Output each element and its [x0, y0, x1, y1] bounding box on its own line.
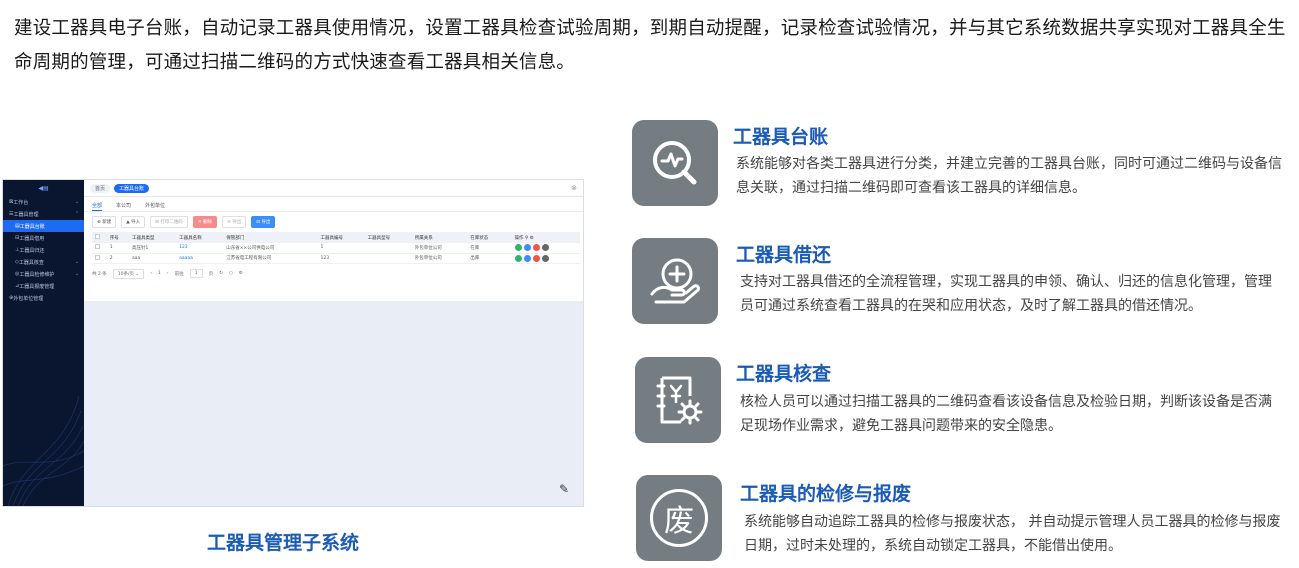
prev-page-icon[interactable]: ‹ [150, 271, 152, 276]
create-button[interactable]: ⊕ 新建 [92, 216, 117, 228]
print-qrcode-button[interactable]: ⊞ 打印二维码 [150, 216, 188, 228]
toolbar: ⊕ 新建 ▲ 导入 ⊞ 打印二维码 ✕ 删除 ⊖ 导出 ⊡ 导出 [84, 212, 583, 232]
row-checkbox[interactable] [95, 244, 100, 250]
search-chart-icon [653, 141, 697, 185]
page-size-select[interactable]: 10条/页 ⌄ [112, 268, 145, 279]
delete-icon[interactable] [532, 254, 540, 262]
sidebar-item-outsourcing[interactable]: ⊕ 外包单位管理 [3, 292, 84, 304]
feature-icon-check [635, 357, 721, 443]
feature-title-borrow: 工器具借还 [736, 244, 832, 266]
edit-note-icon[interactable]: ✎ [559, 482, 569, 496]
column-header[interactable]: 工器具编号 [317, 232, 365, 243]
view-icon[interactable] [514, 244, 522, 252]
main-area: 首页 工器具台账 ⊗ 全部 本公司 外包单位 ⊕ 新建 ▲ 导入 ⊞ 打印二维码… [84, 180, 583, 506]
delete-button[interactable]: ✕ 删除 [192, 216, 218, 228]
export-button[interactable]: ⊖ 导出 [222, 216, 247, 228]
feature-desc-check: 核检人员可以通过扫描工器具的二维码查看该设备信息及检验日期，判断该设备是否满足现… [740, 394, 1272, 434]
tab-all[interactable]: 全部 [92, 202, 103, 211]
document-gear-icon [656, 376, 703, 425]
goto-label: 前往 [174, 271, 184, 277]
column-header[interactable]: 所属关系 [411, 232, 468, 243]
row-checkbox[interactable] [95, 254, 100, 260]
tab-outsourcing[interactable]: 外包单位 [145, 202, 165, 211]
sidebar-item-tool-repair[interactable]: ◎ 工器具检修维护 ⌄ [3, 268, 84, 280]
page-number[interactable]: 1 [158, 271, 161, 276]
edit-icon[interactable] [523, 254, 531, 262]
chevron-down-icon: ⌄ [74, 271, 79, 277]
goto-input[interactable]: 1 [189, 269, 203, 278]
column-header[interactable]: 工器具类型 [128, 232, 177, 243]
feature-title-scrap: 工器具的检修与报废 [740, 483, 912, 505]
tag-home[interactable]: 首页 [90, 183, 111, 193]
sidebar: ◀▤ ⊠ 工作台 ⌄ ☰ 工器具管理 ⌃ ▤ 工器具台账 ⊟ 工器具借用 ⊥ 工器具… [3, 180, 84, 506]
chevron-down-icon: ⌄ [74, 259, 79, 265]
intro-paragraph: 建设工器具电子台账，自动记录工器具使用情况，设置工器具检查试验周期，到期自动提醒… [14, 18, 1286, 73]
screenshot-caption: 工器具管理子系统 [207, 532, 360, 554]
app-logo-icon: ◀▤ [38, 184, 49, 192]
ledger-table: 序号 工器具类型 工器具名称 保管部门 工器具编号 工器具型号 所属关系 在库状… [92, 232, 580, 264]
column-header[interactable]: 工器具型号 [364, 232, 412, 243]
export-primary-button[interactable]: ⊡ 导出 [251, 216, 276, 228]
import-button[interactable]: ▲ 导入 [121, 216, 146, 228]
feature-desc-scrap: 系统能够自动追踪工器具的检修与报废状态， 并自动提示管理人员工器具的检修与报废日… [744, 514, 1281, 554]
circle-icon[interactable]: ○ [229, 271, 233, 276]
settings-icon[interactable]: ⚙ [530, 236, 534, 241]
column-header: 操作 ⚲ ⚙ [511, 232, 580, 243]
scrap-seal-icon: 废 [650, 489, 708, 547]
column-header[interactable]: 工器具名称 [176, 232, 224, 243]
feature-icon-borrow [632, 238, 718, 324]
next-page-icon[interactable]: › [167, 271, 169, 276]
feature-desc-borrow: 支持对工器具借还的全流程管理，实现工器具的申领、确认、归还的信息化管理，管理员可… [740, 274, 1272, 314]
filter-tabs: 全部 本公司 外包单位 [84, 197, 583, 212]
close-icon[interactable]: ⊗ [571, 184, 577, 192]
sidebar-item-tool-check[interactable]: ◇ 工器具核查 ⌄ [3, 256, 84, 268]
column-header[interactable]: 在库状态 [467, 232, 507, 243]
hand-plus-icon [650, 258, 700, 304]
chevron-down-icon: ⌄ [74, 199, 79, 205]
sidebar-item-tool-return[interactable]: ⊥ 工器具归还 [3, 244, 84, 256]
settings-icon[interactable]: ⚙ [239, 271, 243, 276]
refresh-icon[interactable]: ↻ [219, 271, 223, 276]
view-icon[interactable] [514, 254, 522, 262]
feature-desc-ledger: 系统能够对各类工器具进行分类，并建立完善的工器具台账，同时可通过二维码与设备信息… [736, 156, 1282, 196]
more-icon[interactable] [541, 244, 549, 252]
sidebar-decoration [3, 395, 84, 506]
feature-title-ledger: 工器具台账 [733, 126, 829, 148]
sidebar-item-tool-ledger[interactable]: ▤ 工器具台账 [3, 220, 84, 232]
sidebar-item-workbench[interactable]: ⊠ 工作台 ⌄ [3, 196, 84, 208]
select-all-checkbox[interactable] [95, 234, 100, 239]
feature-icon-ledger [632, 120, 718, 206]
pagination: 共 2 条 10条/页 ⌄ ‹ 1 › 前往 1 页 ↻ ○ ⚙ [84, 264, 583, 284]
table-row[interactable]: 2 aaa aaaaa 江苏省电工程有限公司 123 外包单位公司 出库 [92, 253, 580, 264]
delete-icon[interactable] [532, 244, 540, 252]
search-icon[interactable]: ⚲ [525, 236, 528, 241]
feature-title-check: 工器具核查 [736, 363, 832, 385]
chevron-up-icon: ⌃ [74, 211, 79, 217]
table-row[interactable]: 1 高压针1 123 山东省××公司供电公司 1 外包单位公司 在库 [92, 243, 580, 254]
sidebar-item-tool-scrap[interactable]: ⊿ 工器具报废管理 [3, 280, 84, 292]
sidebar-item-tool-borrow[interactable]: ⊟ 工器具借用 [3, 232, 84, 244]
total-count: 共 2 条 [92, 271, 107, 277]
sidebar-item-tool-management[interactable]: ☰ 工器具管理 ⌃ [3, 208, 84, 220]
tag-tool-ledger[interactable]: 工器具台账 [114, 183, 150, 193]
table-header: 序号 工器具类型 工器具名称 保管部门 工器具编号 工器具型号 所属关系 在库状… [92, 232, 580, 243]
column-header[interactable]: 序号 [106, 232, 129, 243]
page-suffix: 页 [208, 271, 214, 277]
column-header[interactable]: 保管部门 [223, 232, 318, 243]
feature-icon-scrap: 废 [636, 475, 722, 561]
system-screenshot: ◀▤ ⊠ 工作台 ⌄ ☰ 工器具管理 ⌃ ▤ 工器具台账 ⊟ 工器具借用 ⊥ 工器具… [2, 179, 584, 507]
more-icon[interactable] [541, 254, 549, 262]
ledger-panel: 全部 本公司 外包单位 ⊕ 新建 ▲ 导入 ⊞ 打印二维码 ✕ 删除 ⊖ 导出 … [84, 197, 583, 301]
tab-own-company[interactable]: 本公司 [116, 202, 131, 211]
edit-icon[interactable] [523, 244, 531, 252]
tag-bar: 首页 工器具台账 ⊗ [84, 180, 583, 197]
